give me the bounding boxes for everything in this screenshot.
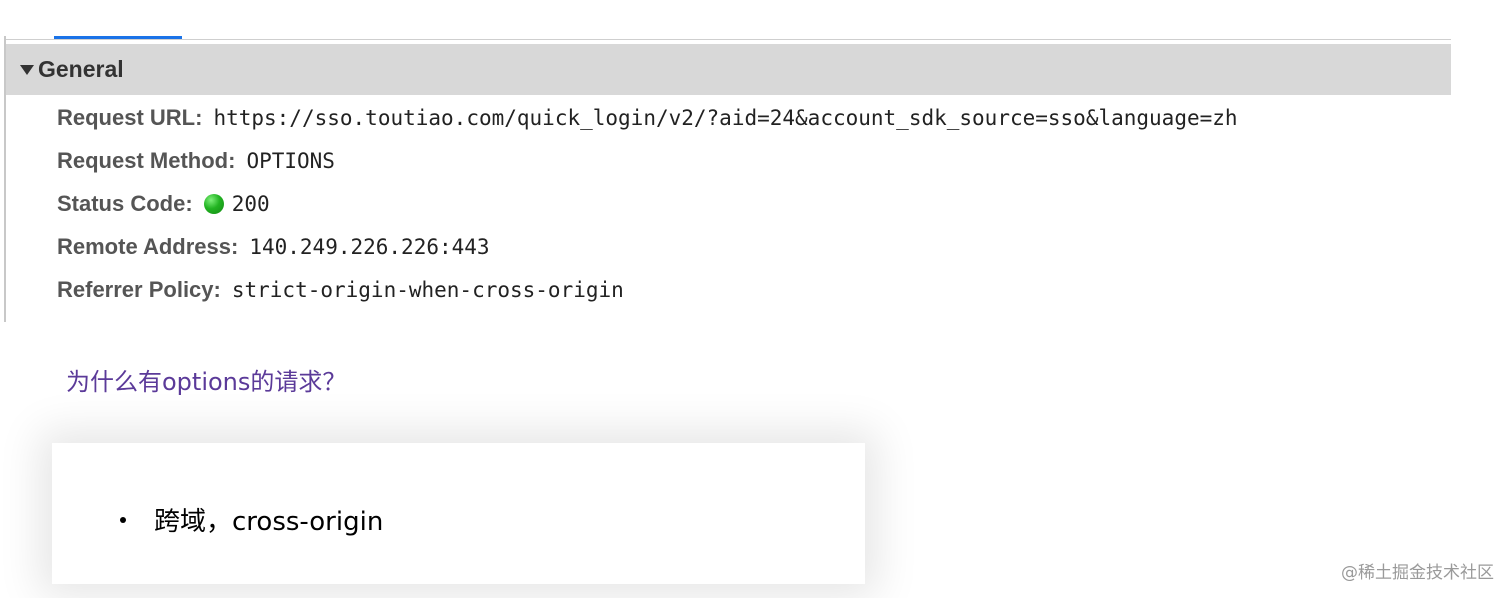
status-code-row: Status Code: 200 [57,182,1238,225]
remote-address-label: Remote Address: [57,233,239,259]
collapse-triangle-icon[interactable] [20,64,34,75]
question-heading: 为什么有options的请求？ [66,368,347,396]
bullet-icon [120,516,126,523]
remote-address-row: Remote Address: 140.249.226.226:443 [57,225,1238,268]
request-url-row: Request URL: https://sso.toutiao.com/qui… [57,96,1238,139]
referrer-policy-label: Referrer Policy: [57,276,221,302]
general-rows: Request URL: https://sso.toutiao.com/qui… [57,96,1238,311]
panel-divider [6,39,1451,40]
request-method-row: Request Method: OPTIONS [57,139,1238,182]
general-section-header[interactable]: General [6,44,1451,95]
request-url-value: https://sso.toutiao.com/quick_login/v2/?… [213,105,1238,130]
general-section-title: General [38,56,124,82]
answer-list-item: 跨域，cross-origin [120,501,383,538]
status-code-label: Status Code: [57,190,193,216]
referrer-policy-row: Referrer Policy: strict-origin-when-cros… [57,268,1238,311]
referrer-policy-value: strict-origin-when-cross-origin [231,277,624,302]
request-method-label: Request Method: [57,147,236,173]
answer-card: 跨域，cross-origin [52,443,865,584]
watermark: @稀土掘金技术社区 [1341,563,1494,583]
devtools-headers-panel: General Request URL: https://sso.toutiao… [0,0,1451,322]
status-code-value: 200 [231,191,270,216]
status-ok-dot-icon [203,193,224,214]
request-method-value: OPTIONS [246,148,335,173]
request-url-label: Request URL: [57,104,203,130]
remote-address-value: 140.249.226.226:443 [249,234,490,259]
answer-text: 跨域，cross-origin [154,507,384,537]
